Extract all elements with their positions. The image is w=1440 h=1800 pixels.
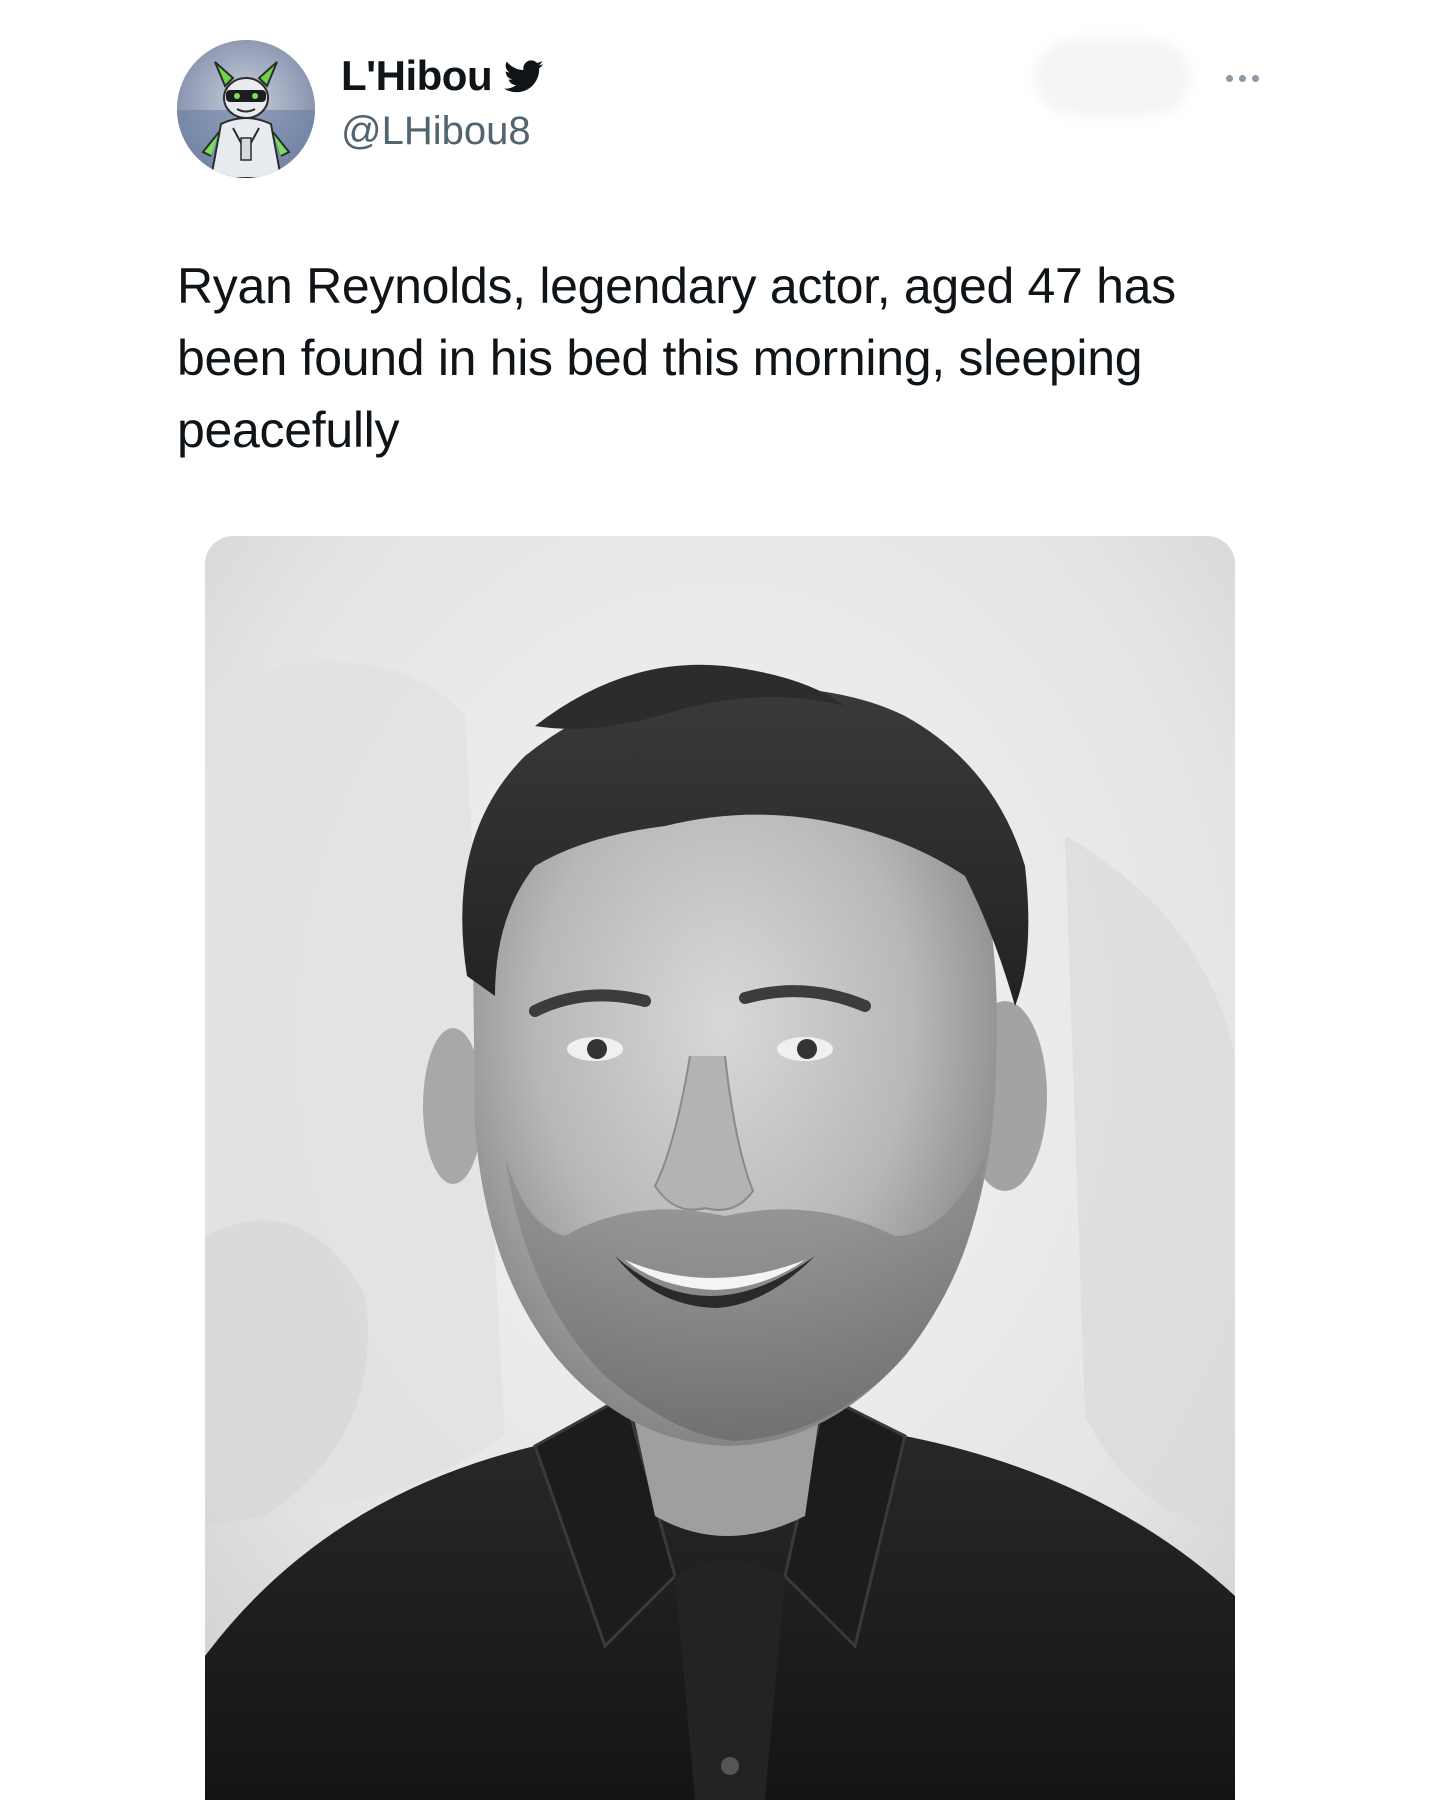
more-dot — [1251, 74, 1259, 82]
more-dots-icon[interactable] — [1210, 58, 1274, 98]
twitter-bird-icon — [504, 56, 544, 96]
author-display-name[interactable]: L'Hibou — [341, 50, 493, 102]
blurred-region — [1035, 40, 1190, 115]
more-dot — [1238, 74, 1246, 82]
author-handle[interactable]: @LHibou8 — [341, 106, 544, 156]
more-dot — [1225, 74, 1233, 82]
author-info: L'Hibou @LHibou8 — [341, 50, 544, 156]
avatar-image — [177, 40, 315, 178]
display-name-row[interactable]: L'Hibou — [341, 50, 544, 102]
tweet-media-photo[interactable] — [205, 536, 1235, 1800]
avatar[interactable] — [177, 40, 315, 178]
portrait-image — [205, 536, 1235, 1800]
tweet-text: Ryan Reynolds, legendary actor, aged 47 … — [177, 258, 1176, 458]
tweet-card: L'Hibou @LHibou8 Ryan Reynolds, legendar… — [0, 0, 1440, 1800]
